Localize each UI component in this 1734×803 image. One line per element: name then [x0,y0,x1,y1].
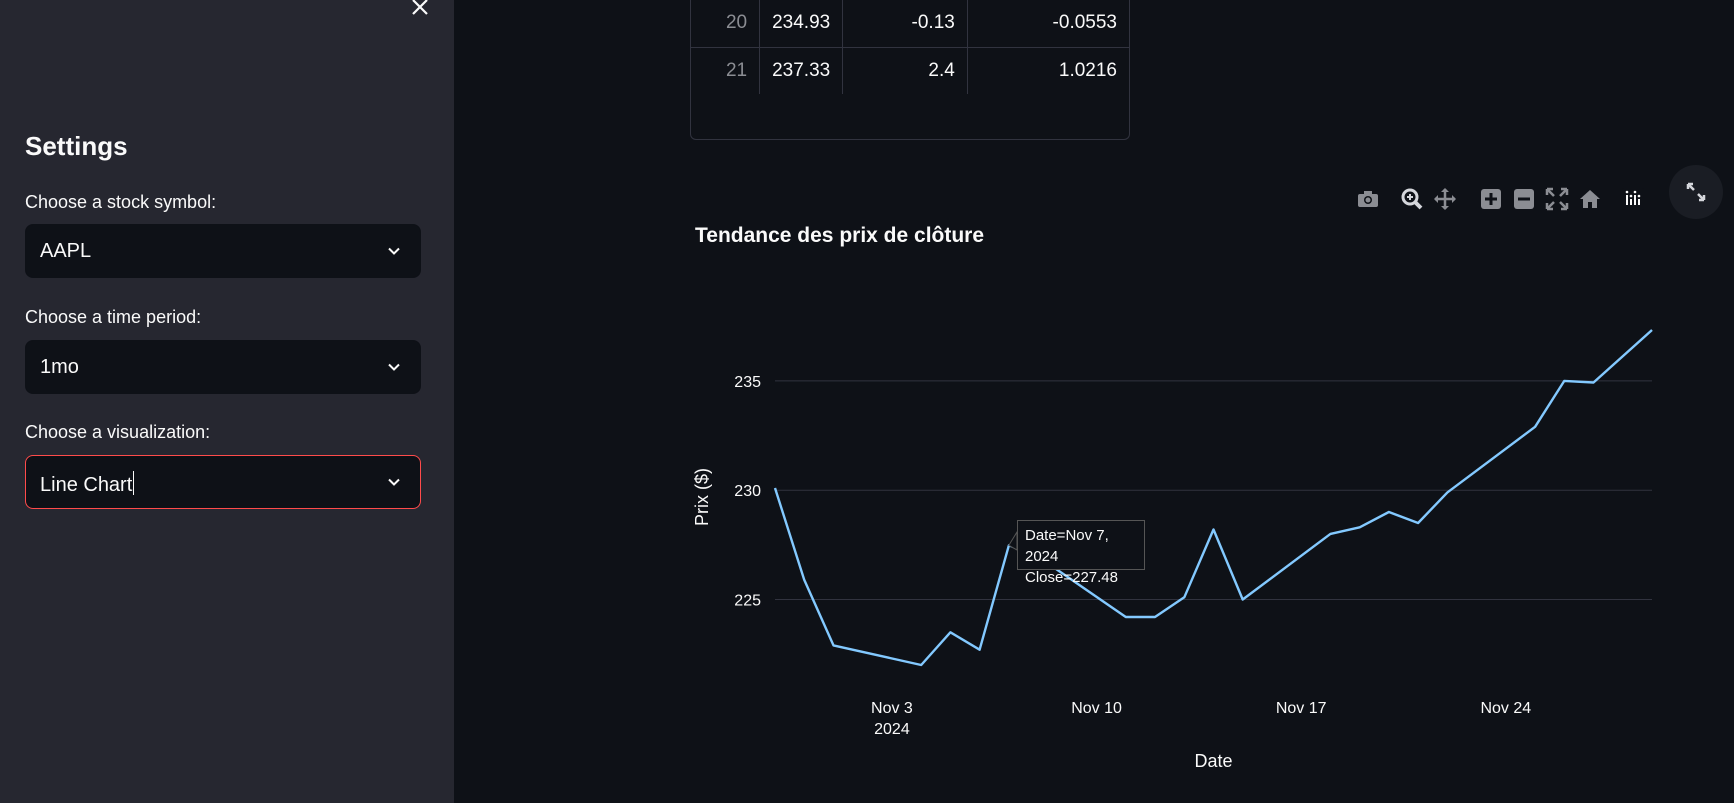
main-content: 20 234.93 -0.13 -0.0553 21 237.33 2.4 1.… [454,0,1734,803]
line-chart[interactable]: 225 230 235 Nov 3 2024 Nov 10 Nov 17 Nov 24 Date… [454,0,1734,803]
y-tick-label: 230 [734,483,761,500]
sidebar-title: Settings [25,131,128,161]
tooltip-pointer [1008,530,1018,551]
x-tick-label: Nov 3 [871,700,913,717]
visualization-select[interactable]: Line Chart [25,455,421,509]
stock-symbol-label: Choose a stock symbol: [25,192,217,212]
time-period-value: 1mo [40,356,79,378]
hover-tooltip: Date=Nov 7, 2024 Close=227.48 [1017,520,1145,586]
tooltip-date: Date=Nov 7, 2024 [1025,527,1109,565]
text-cursor [133,471,135,495]
chevron-down-icon [388,247,400,255]
y-tick-label: 235 [734,374,761,391]
x-tick-label: Nov 24 [1480,700,1531,717]
close-sidebar-button[interactable] [408,0,432,21]
x-axis-title: Date [1194,751,1232,771]
chevron-down-icon [388,363,400,371]
x-tick-label: Nov 10 [1071,700,1122,717]
x-tick-label: Nov 17 [1276,700,1327,717]
close-icon [412,0,428,15]
x-tick-sublabel: 2024 [874,721,910,738]
visualization-label: Choose a visualization: [25,422,211,442]
time-period-select[interactable]: 1mo [25,340,421,394]
time-period-label: Choose a time period: [25,307,202,327]
visualization-value: Line Chart [40,474,133,496]
stock-symbol-select[interactable]: AAPL [25,224,421,278]
series-line [773,329,1653,667]
sidebar: Settings Choose a stock symbol: AAPL Cho… [0,0,454,803]
y-tick-label: 225 [734,592,761,609]
y-axis-title: Prix ($) [692,468,712,526]
tooltip-close: Close=227.48 [1025,569,1118,586]
chevron-down-icon [388,478,400,486]
visualization-value-wrap: Line Chart [40,471,135,497]
stock-symbol-value: AAPL [40,240,92,262]
